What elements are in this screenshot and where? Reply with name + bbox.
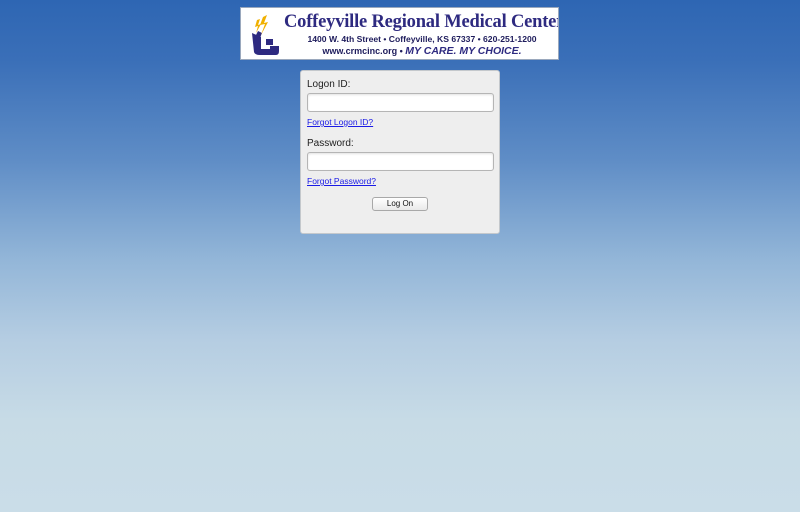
forgot-logon-id-link[interactable]: Forgot Logon ID?: [307, 117, 373, 127]
forgot-password-link[interactable]: Forgot Password?: [307, 176, 376, 186]
login-panel: Logon ID: Forgot Logon ID? Password: For…: [300, 70, 500, 234]
password-input[interactable]: [307, 152, 494, 171]
header-banner: Coffeyville Regional Medical Center 1400…: [240, 7, 559, 60]
logon-id-label: Logon ID:: [307, 79, 351, 90]
log-on-button[interactable]: Log On: [372, 197, 428, 211]
crmc-logo-icon: [252, 15, 279, 55]
logon-id-input[interactable]: [307, 93, 494, 112]
website-line: www.crmcinc.org • MY CARE. MY CHOICE.: [291, 45, 553, 57]
organization-address: 1400 W. 4th Street • Coffeyville, KS 673…: [307, 34, 537, 44]
website-url: www.crmcinc.org: [322, 46, 398, 56]
password-label: Password:: [307, 138, 354, 149]
tagline: MY CARE. MY CHOICE.: [405, 45, 522, 57]
organization-name: Coffeyville Regional Medical Center: [284, 12, 559, 32]
